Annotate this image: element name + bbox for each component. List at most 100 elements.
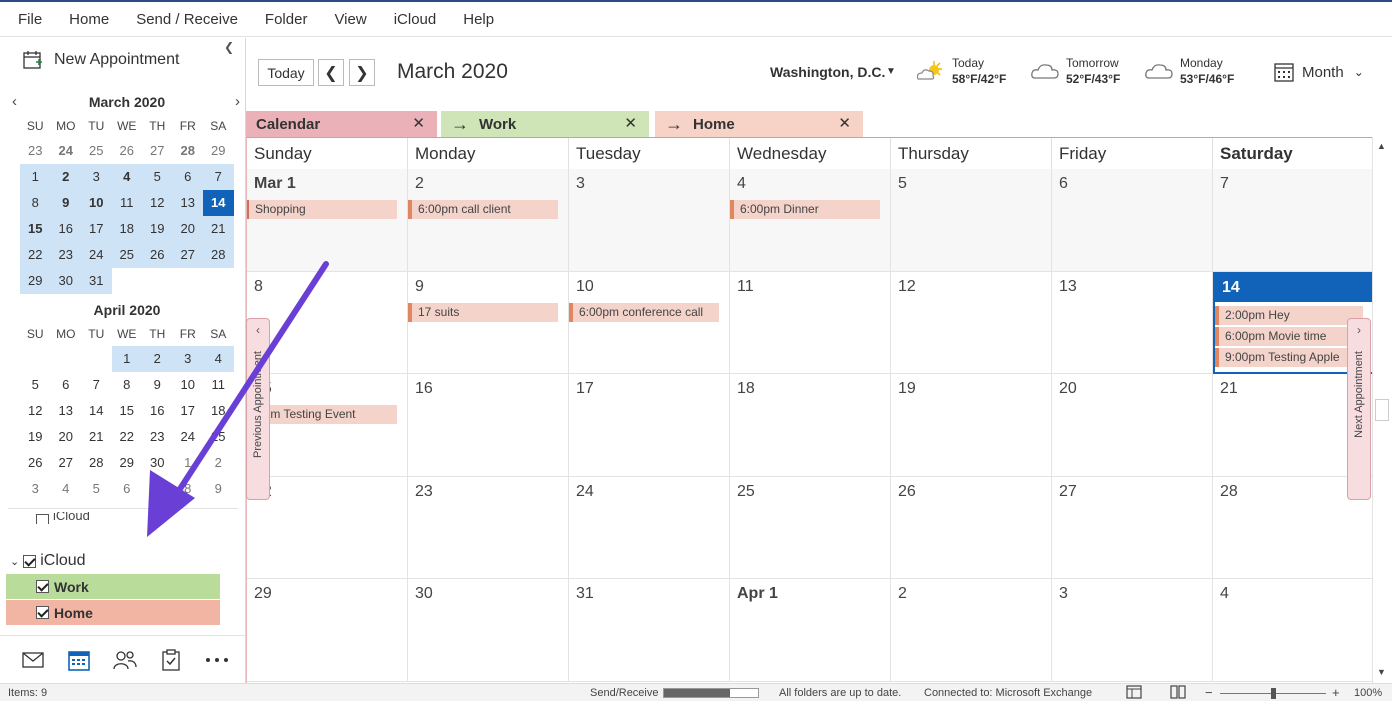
day-cell[interactable]: 23 <box>408 476 569 579</box>
appointment[interactable]: 6:00pm Movie time <box>1215 326 1363 346</box>
mini-day[interactable]: 12 <box>20 398 51 424</box>
caret-down-icon[interactable]: ▼ <box>886 66 896 77</box>
day-cell[interactable]: 19 <box>891 374 1052 477</box>
mini-day[interactable]: 28 <box>203 242 234 268</box>
today-button[interactable]: Today <box>258 59 314 86</box>
mini-day[interactable]: 17 <box>173 398 204 424</box>
scroll-up-icon[interactable]: ▲ <box>1377 141 1386 151</box>
mini-day[interactable]: 23 <box>20 138 51 164</box>
mini-day[interactable]: 7 <box>203 164 234 190</box>
mini-day[interactable]: 17 <box>81 216 112 242</box>
calendar-group-icloud[interactable]: ⌄ iCloud <box>10 552 86 570</box>
day-cell[interactable]: 18 <box>730 374 891 477</box>
calendar-item-work[interactable]: Work <box>6 574 220 599</box>
day-cell[interactable]: 17 <box>569 374 730 477</box>
day-cell[interactable]: 3 <box>1052 579 1213 682</box>
mini-day[interactable]: 6 <box>51 372 82 398</box>
scroll-down-icon[interactable]: ▼ <box>1377 667 1386 677</box>
day-cell[interactable]: 8 <box>247 271 408 374</box>
normal-view-icon[interactable] <box>1126 685 1142 701</box>
mini-day[interactable]: 9 <box>203 476 234 502</box>
checkbox[interactable] <box>36 580 49 593</box>
mini-day[interactable]: 28 <box>81 450 112 476</box>
mini-day[interactable]: 9 <box>142 372 173 398</box>
tab-home[interactable]: → Home ✕ <box>655 111 863 137</box>
day-cell[interactable]: 22 <box>247 476 408 579</box>
mini-day[interactable]: 21 <box>81 424 112 450</box>
mini-day[interactable]: 26 <box>20 450 51 476</box>
mini-day[interactable]: 7 <box>142 476 173 502</box>
mail-icon[interactable] <box>10 651 56 668</box>
day-cell[interactable]: 5 <box>891 169 1052 272</box>
mini-day[interactable]: 14 <box>203 190 234 216</box>
mini-day[interactable]: 30 <box>142 450 173 476</box>
mini-day[interactable]: 16 <box>50 216 81 242</box>
mini-day[interactable]: 8 <box>173 476 204 502</box>
day-cell[interactable]: 4 6:00pm Dinner <box>730 169 891 272</box>
collapse-pane-icon[interactable]: ❮ <box>224 40 234 54</box>
mini-day[interactable]: 11 <box>111 190 142 216</box>
previous-appointment-tab[interactable]: ‹ Previous Appointment <box>246 318 270 500</box>
day-cell[interactable]: 13 <box>1052 271 1213 374</box>
mini-day[interactable]: 21 <box>203 216 234 242</box>
mini-day[interactable]: 27 <box>142 138 173 164</box>
zoom-slider-thumb[interactable] <box>1271 688 1276 699</box>
mini-day[interactable]: 28 <box>173 138 204 164</box>
mini-day[interactable]: 27 <box>51 450 82 476</box>
mini-day[interactable]: 10 <box>173 372 204 398</box>
mini-day[interactable]: 7 <box>81 372 112 398</box>
mini-day[interactable]: 14 <box>81 398 112 424</box>
previous-period-button[interactable]: ❮ <box>318 59 344 86</box>
appointment[interactable]: 6:00pm call client <box>408 200 558 219</box>
appointment[interactable]: 9:00pm Testing Apple <box>1215 347 1363 367</box>
mini-day[interactable]: 22 <box>20 242 51 268</box>
vertical-scrollbar[interactable]: ▲ ▼ <box>1372 137 1392 683</box>
day-cell[interactable]: 27 <box>1052 476 1213 579</box>
mini-day[interactable]: 1 <box>20 164 51 190</box>
calendar-item-home[interactable]: Home <box>6 600 220 625</box>
zoom-in-icon[interactable]: + <box>1332 685 1340 700</box>
menu-item-help[interactable]: Help <box>451 11 506 28</box>
menu-item-home[interactable]: Home <box>57 11 121 28</box>
mini-day[interactable]: 27 <box>172 242 203 268</box>
day-cell[interactable]: 25 <box>730 476 891 579</box>
mini-day[interactable]: 10 <box>81 190 112 216</box>
scroll-thumb[interactable] <box>1375 399 1389 421</box>
mini-day[interactable]: 15 <box>20 216 51 242</box>
mini-day[interactable]: 3 <box>20 476 51 502</box>
appointment[interactable]: 17 suits <box>408 302 558 322</box>
mini-day[interactable]: 4 <box>111 164 142 190</box>
mini-day[interactable]: 5 <box>81 476 112 502</box>
zoom-out-icon[interactable]: − <box>1205 685 1213 700</box>
next-period-button[interactable]: ❯ <box>349 59 375 86</box>
checkbox[interactable] <box>23 554 37 568</box>
mini-day[interactable]: 29 <box>203 138 234 164</box>
day-cell[interactable]: 10 6:00pm conference call <box>569 271 730 374</box>
mini-day[interactable]: 24 <box>51 138 82 164</box>
mini-day[interactable]: 5 <box>142 164 173 190</box>
day-cell[interactable]: 12 <box>891 271 1052 374</box>
chevron-down-icon[interactable]: ⌄ <box>10 555 19 568</box>
people-icon[interactable] <box>102 650 148 670</box>
day-cell[interactable]: Apr 1 <box>730 579 891 682</box>
mini-day[interactable]: 19 <box>142 216 173 242</box>
mini-day[interactable]: 23 <box>142 424 173 450</box>
mini-day[interactable]: 29 <box>112 450 143 476</box>
mini-day[interactable]: 3 <box>81 164 112 190</box>
mini-day[interactable]: 8 <box>20 190 51 216</box>
mini-day[interactable]: 6 <box>112 476 143 502</box>
close-icon[interactable]: ✕ <box>838 114 851 132</box>
menu-item-send-receive[interactable]: Send / Receive <box>124 11 250 28</box>
more-icon[interactable] <box>194 657 240 663</box>
day-cell[interactable]: 30 <box>408 579 569 682</box>
mini-day[interactable]: 31 <box>81 268 112 294</box>
mini-day[interactable]: 25 <box>111 242 142 268</box>
mini-day[interactable]: 12 <box>142 190 173 216</box>
new-appointment-button[interactable]: New Appointment <box>22 48 179 72</box>
day-cell[interactable]: 24 <box>569 476 730 579</box>
mini-day[interactable]: 22 <box>112 424 143 450</box>
mini-day[interactable]: 24 <box>173 424 204 450</box>
mini-day[interactable]: 18 <box>203 398 234 424</box>
day-cell[interactable]: 9 17 suits <box>408 271 569 374</box>
day-cell[interactable]: 2 6:00pm call client <box>408 169 569 272</box>
